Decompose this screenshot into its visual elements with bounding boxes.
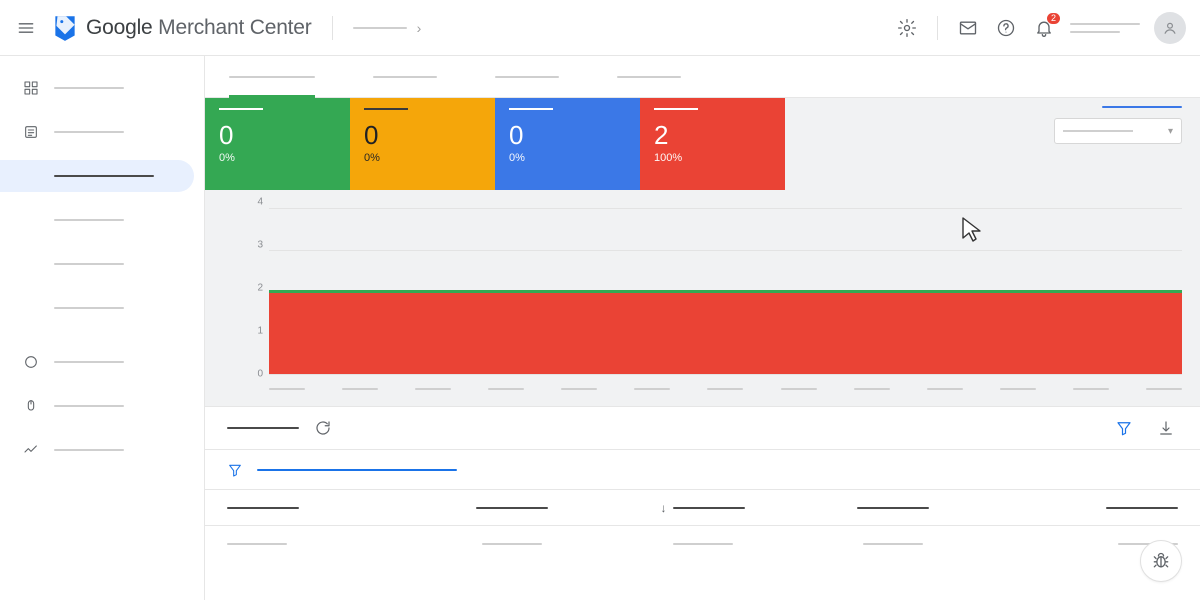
- y-tick-label: 1: [257, 326, 263, 337]
- th-3[interactable]: [798, 507, 988, 509]
- x-tick: [342, 388, 378, 390]
- sort-arrow-icon: ↓: [661, 501, 667, 515]
- active-filter-icon[interactable]: [227, 462, 243, 478]
- sidebar-item-1c[interactable]: [0, 248, 204, 280]
- chevron-right-icon: ›: [417, 20, 422, 36]
- active-filter-text[interactable]: [257, 469, 457, 471]
- x-tick: [488, 388, 524, 390]
- breadcrumb[interactable]: ›: [353, 20, 422, 36]
- person-icon: [1161, 19, 1179, 37]
- chart: 01234: [223, 202, 1182, 392]
- app-title: Google Merchant Center: [86, 16, 312, 40]
- date-range-link[interactable]: [1102, 106, 1182, 108]
- x-tick: [415, 388, 451, 390]
- y-tick-label: 2: [257, 283, 263, 294]
- topbar: Google Merchant Center ›: [0, 0, 1200, 56]
- dashboard-icon: [22, 80, 40, 96]
- y-tick-label: 4: [257, 197, 263, 208]
- sidebar-item-1a[interactable]: [0, 160, 194, 192]
- x-tick: [707, 388, 743, 390]
- download-button[interactable]: [1154, 416, 1178, 440]
- x-tick: [1000, 388, 1036, 390]
- chevron-down-icon: ▾: [1168, 126, 1173, 137]
- account-label: [1070, 23, 1140, 33]
- mouse-icon: [22, 398, 40, 414]
- table-header: ↓: [205, 490, 1200, 526]
- sidebar: [0, 56, 205, 600]
- help-icon: [996, 18, 1016, 38]
- summary-card-1[interactable]: 00%: [350, 98, 495, 190]
- feedback-button[interactable]: [1140, 540, 1182, 582]
- filter-button[interactable]: [1112, 416, 1136, 440]
- download-icon: [1157, 419, 1175, 437]
- sidebar-item-2[interactable]: [0, 346, 204, 378]
- summary-card-2[interactable]: 00%: [495, 98, 640, 190]
- summary-card-0[interactable]: 00%: [205, 98, 350, 190]
- date-range-select[interactable]: ▾: [1054, 118, 1182, 144]
- app-logo[interactable]: Google Merchant Center: [52, 13, 312, 43]
- x-tick: [781, 388, 817, 390]
- sidebar-item-1d[interactable]: [0, 292, 204, 324]
- sidebar-item-1b[interactable]: [0, 204, 204, 236]
- table-toolbar: [205, 406, 1200, 450]
- dashboard-region: 00% 00% 00% 2100% ▾ 0 1 2 3 4: [205, 98, 1200, 406]
- main: 00% 00% 00% 2100% ▾ 0 1 2 3 4: [205, 56, 1200, 600]
- y-tick-label: 0: [257, 369, 263, 380]
- mail-button[interactable]: [956, 16, 980, 40]
- divider: [332, 16, 333, 40]
- tab-3[interactable]: [617, 56, 681, 97]
- th-4[interactable]: [988, 507, 1178, 509]
- sidebar-item-4[interactable]: [0, 434, 204, 466]
- trend-icon: [22, 442, 40, 458]
- x-tick: [634, 388, 670, 390]
- active-filter-row: [205, 450, 1200, 490]
- table-row[interactable]: [205, 526, 1200, 562]
- x-tick: [927, 388, 963, 390]
- toolbar-label: [227, 427, 299, 429]
- tab-2[interactable]: [495, 56, 559, 97]
- x-tick: [269, 388, 305, 390]
- x-tick: [561, 388, 597, 390]
- funnel-icon: [227, 462, 243, 478]
- tabstrip: [205, 56, 1200, 98]
- mail-icon: [958, 18, 978, 38]
- x-tick: [854, 388, 890, 390]
- x-tick: [1073, 388, 1109, 390]
- sidebar-item-3[interactable]: [0, 390, 204, 422]
- refresh-button[interactable]: [311, 416, 335, 440]
- notification-badge: 2: [1047, 13, 1060, 24]
- tab-1[interactable]: [373, 56, 437, 97]
- th-1[interactable]: [417, 507, 607, 509]
- tab-0[interactable]: [229, 56, 315, 97]
- gear-icon: [897, 18, 917, 38]
- settings-button[interactable]: [895, 16, 919, 40]
- menu-button[interactable]: [14, 16, 38, 40]
- th-2[interactable]: ↓: [607, 501, 797, 515]
- bug-icon: [1151, 551, 1171, 571]
- help-button[interactable]: [994, 16, 1018, 40]
- date-range-area: ▾: [1054, 106, 1182, 144]
- sidebar-item-1[interactable]: [0, 116, 204, 148]
- list-icon: [22, 124, 40, 140]
- summary-cards: 00% 00% 00% 2100%: [205, 98, 1200, 190]
- refresh-icon: [314, 419, 332, 437]
- funnel-icon: [1115, 419, 1133, 437]
- th-0[interactable]: [227, 507, 417, 509]
- x-tick: [1146, 388, 1182, 390]
- sidebar-item-0[interactable]: [0, 72, 204, 104]
- circle-icon: [22, 354, 40, 370]
- y-tick-label: 3: [257, 240, 263, 251]
- divider: [937, 16, 938, 40]
- summary-card-3[interactable]: 2100%: [640, 98, 785, 190]
- notifications-button[interactable]: 2: [1032, 16, 1056, 40]
- merchant-tag-icon: [52, 13, 78, 43]
- account-avatar[interactable]: [1154, 12, 1186, 44]
